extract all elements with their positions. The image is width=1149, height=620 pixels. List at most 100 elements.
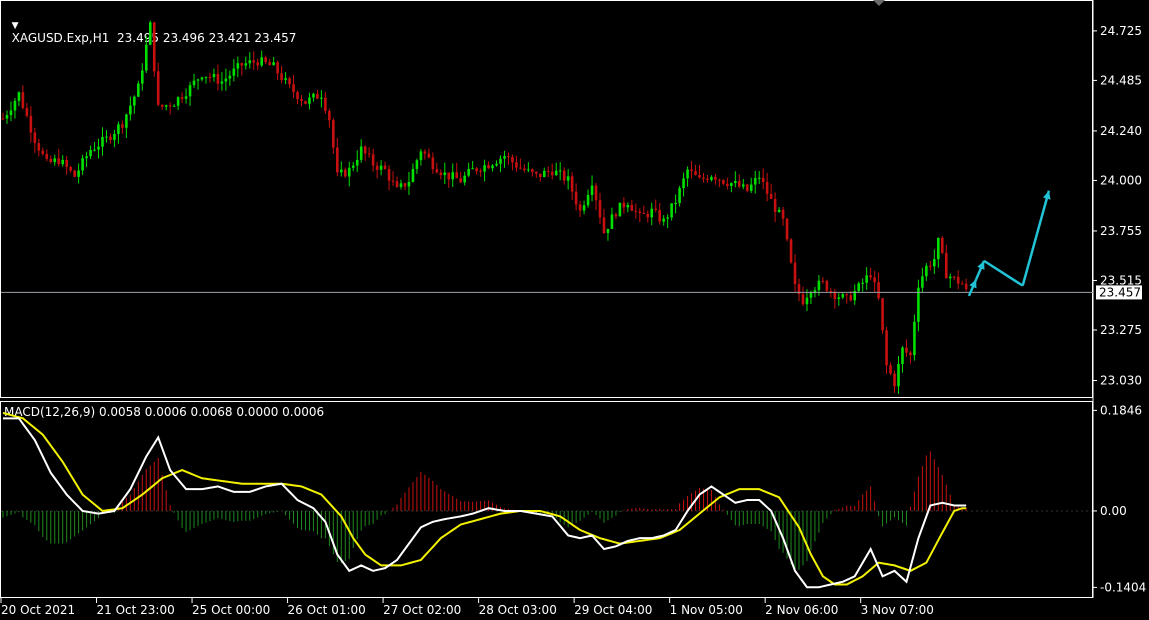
candle-body xyxy=(937,237,940,260)
candle-body xyxy=(1,118,5,120)
candle-body xyxy=(781,209,785,219)
candle-body xyxy=(375,165,379,170)
candle-body xyxy=(479,171,482,173)
candle-body xyxy=(363,146,367,154)
candle-body xyxy=(288,78,291,85)
time-axis: 20 Oct 2021 21 Oct 23:00 25 Oct 00:00 26 Oc… xyxy=(0,598,934,617)
candle-body xyxy=(757,177,761,179)
time-tick-label: 28 Oct 03:00 xyxy=(479,603,557,617)
candle-body xyxy=(885,330,888,366)
candle-body xyxy=(785,218,789,240)
candle-body xyxy=(77,170,80,177)
price-tick-label: 24.000 xyxy=(1100,173,1142,187)
current-price-label: 23.457 xyxy=(1099,285,1141,299)
candle-body xyxy=(351,165,355,168)
candle-body xyxy=(535,171,538,174)
scroll-marker-icon[interactable] xyxy=(873,0,885,6)
candle-body xyxy=(371,154,375,166)
candle-body xyxy=(718,179,721,181)
candle-body xyxy=(355,159,359,166)
candle-body xyxy=(125,114,128,128)
candle-body xyxy=(901,347,904,364)
candle-body xyxy=(738,181,741,187)
candle-body xyxy=(909,352,912,356)
candle-body xyxy=(85,156,88,159)
candle-body xyxy=(73,170,76,177)
candle-body xyxy=(666,217,669,219)
candle-body xyxy=(280,73,283,81)
candle-body xyxy=(650,208,654,218)
candle-body xyxy=(439,172,443,176)
candle-body xyxy=(459,178,462,183)
candle-body xyxy=(809,292,813,298)
candle-body xyxy=(336,147,339,173)
candle-body xyxy=(21,92,25,108)
candle-body xyxy=(65,159,68,168)
candle-body xyxy=(670,203,673,218)
macd-pane[interactable] xyxy=(0,401,1093,598)
candle-body xyxy=(749,184,753,191)
candle-body xyxy=(33,132,37,144)
candle-body xyxy=(765,181,769,194)
candle-body xyxy=(383,165,387,169)
candle-body xyxy=(722,180,725,184)
candle-body xyxy=(877,282,880,299)
candle-body xyxy=(849,295,853,301)
time-tick-label: 25 Oct 00:00 xyxy=(192,603,270,617)
candle-body xyxy=(172,105,176,107)
candle-body xyxy=(869,275,872,278)
candle-body xyxy=(49,158,53,163)
signal-line xyxy=(2,411,967,586)
candle-body xyxy=(929,265,932,267)
candle-body xyxy=(817,280,821,291)
candle-body xyxy=(264,57,267,63)
price-tick-label: 23.030 xyxy=(1100,374,1142,388)
candle-body xyxy=(698,175,701,178)
candle-body xyxy=(192,80,196,86)
candle-body xyxy=(101,136,104,147)
candle-body xyxy=(590,185,594,195)
candle-body xyxy=(391,180,395,182)
candle-body xyxy=(702,177,705,179)
candle-body xyxy=(582,205,586,211)
candle-body xyxy=(841,294,845,298)
forecast-arrows xyxy=(967,190,1051,297)
candle-body xyxy=(284,78,287,81)
candle-body xyxy=(745,184,749,191)
candle-body xyxy=(483,165,486,172)
candle-body xyxy=(495,163,498,166)
candle-body xyxy=(602,217,606,234)
price-tick-label: 24.240 xyxy=(1100,124,1142,138)
candle-body xyxy=(837,297,841,299)
candle-body xyxy=(491,165,494,169)
candle-body xyxy=(622,202,626,208)
candle-body xyxy=(220,81,224,84)
candle-body xyxy=(268,62,271,66)
candle-body xyxy=(694,170,697,176)
candle-body xyxy=(316,93,319,99)
candle-body xyxy=(97,146,100,150)
candle-body xyxy=(658,209,661,222)
candle-body xyxy=(952,276,956,278)
candle-body xyxy=(427,153,431,158)
candle-body xyxy=(152,22,156,72)
candle-body xyxy=(546,170,550,172)
candle-body xyxy=(228,75,232,79)
candle-body xyxy=(889,365,892,374)
main-pane[interactable] xyxy=(0,0,1093,398)
candle-body xyxy=(578,204,582,211)
chart-canvas[interactable]: 23.457 24.725 24.485 24.240 24.000 23.755 23.5… xyxy=(0,0,1149,620)
candle-body xyxy=(232,68,236,76)
candle-body xyxy=(801,294,805,305)
candle-body xyxy=(324,97,327,112)
candle-body xyxy=(312,93,315,98)
time-tick-label: 26 Oct 01:00 xyxy=(288,603,366,617)
price-tick-label: 23.755 xyxy=(1100,224,1142,238)
candle-body xyxy=(81,158,84,171)
candle-body xyxy=(216,73,220,84)
candle-body xyxy=(542,170,546,177)
candle-body xyxy=(13,100,17,111)
candle-body xyxy=(200,77,204,80)
candle-body xyxy=(873,277,876,283)
candle-body xyxy=(638,211,642,213)
